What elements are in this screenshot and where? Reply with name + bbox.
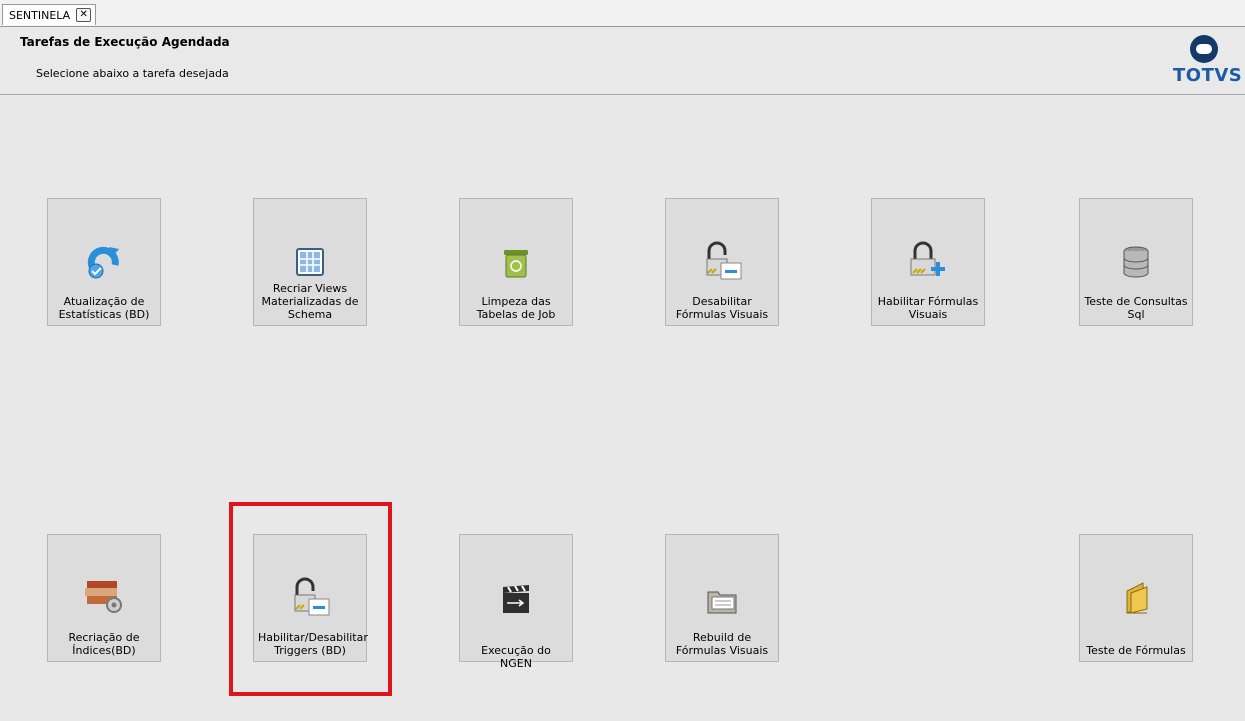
lock-minus-icon bbox=[706, 241, 742, 280]
page-header: Tarefas de Execução Agendada Selecione a… bbox=[0, 27, 1245, 95]
task-teste-consultas[interactable]: Teste de Consultas Sql bbox=[1079, 198, 1193, 326]
task-recriacao-indices[interactable]: Recriação de Índices(BD) bbox=[47, 534, 161, 662]
task-label: Limpeza das Tabelas de Job bbox=[476, 295, 556, 321]
task-label: Teste de Consultas Sql bbox=[1084, 295, 1188, 321]
task-label: Desabilitar Fórmulas Visuais bbox=[675, 295, 769, 321]
main-window: SENTINELA ✕ Tarefas de Execução Agendada… bbox=[0, 0, 1245, 721]
highlight-box bbox=[229, 502, 392, 696]
task-label: Recriar Views Materializadas de Schema bbox=[261, 282, 359, 321]
task-label: Recriação de Índices(BD) bbox=[68, 631, 140, 657]
clapperboard-icon bbox=[503, 585, 529, 613]
tab-strip: SENTINELA ✕ bbox=[0, 0, 1245, 27]
brand-text: TOTVS bbox=[1173, 65, 1243, 86]
grid-table-icon bbox=[296, 248, 324, 276]
tab-label: SENTINELA bbox=[9, 8, 71, 22]
task-label: Execução do NGEN bbox=[481, 644, 551, 670]
task-habilitar-formulas[interactable]: Habilitar Fórmulas Visuais bbox=[871, 198, 985, 326]
task-rebuild-formulas[interactable]: Rebuild de Fórmulas Visuais bbox=[665, 534, 779, 662]
tab-sentinela[interactable]: SENTINELA ✕ bbox=[2, 4, 97, 25]
task-label: Habilitar Fórmulas Visuais bbox=[877, 295, 979, 321]
task-atualizacao-estatisticas[interactable]: Atualização de Estatísticas (BD) bbox=[47, 198, 161, 326]
totvs-logo-icon bbox=[1190, 35, 1218, 63]
recycle-bin-icon bbox=[504, 250, 528, 278]
task-execucao-ngen[interactable]: Execução do NGEN bbox=[459, 534, 573, 670]
task-label: Rebuild de Fórmulas Visuais bbox=[675, 631, 769, 657]
task-desabilitar-formulas[interactable]: Desabilitar Fórmulas Visuais bbox=[665, 198, 779, 326]
page-subtitle: Selecione abaixo a tarefa desejada bbox=[36, 67, 229, 80]
task-label: Atualização de Estatísticas (BD) bbox=[58, 295, 150, 321]
database-icon bbox=[1123, 246, 1149, 278]
totvs-logo: TOTVS bbox=[1173, 34, 1243, 90]
folder-icon bbox=[707, 591, 737, 614]
page-title: Tarefas de Execução Agendada bbox=[20, 35, 230, 49]
refresh-arrow-icon bbox=[87, 246, 119, 279]
yellow-folder-icon bbox=[1126, 582, 1148, 614]
task-label: Teste de Fórmulas bbox=[1086, 644, 1186, 657]
close-icon[interactable]: ✕ bbox=[76, 8, 92, 22]
task-teste-formulas[interactable]: Teste de Fórmulas bbox=[1079, 534, 1193, 662]
books-gear-icon bbox=[85, 581, 122, 613]
task-recriar-views[interactable]: Recriar Views Materializadas de Schema bbox=[253, 198, 367, 326]
task-limpeza-tabelas[interactable]: Limpeza das Tabelas de Job bbox=[459, 198, 573, 326]
lock-plus-icon bbox=[910, 241, 945, 276]
